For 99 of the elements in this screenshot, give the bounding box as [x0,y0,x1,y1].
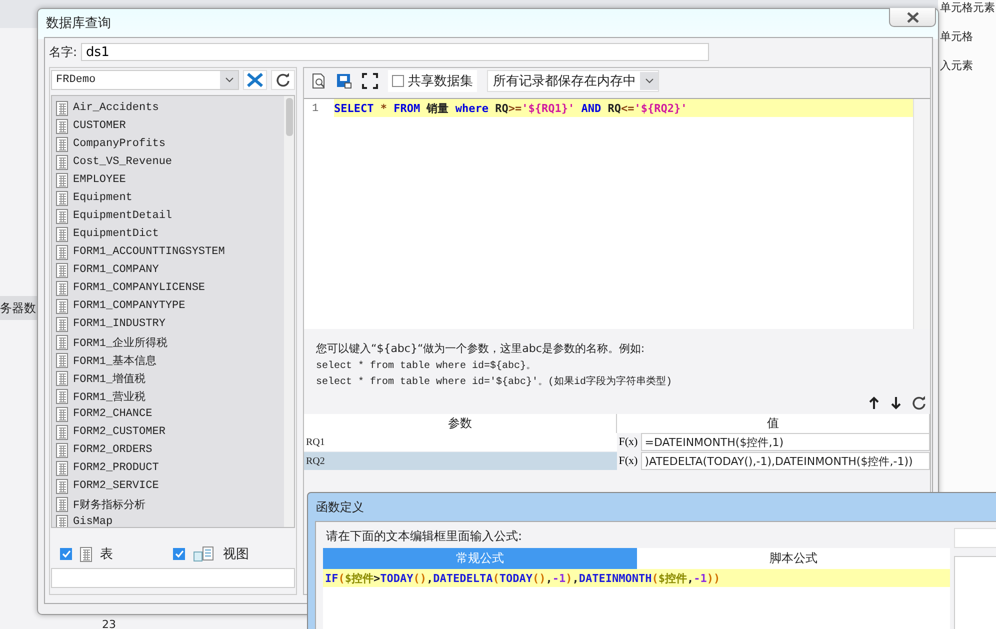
table-item[interactable]: Cost_VS_Revenue [73,156,172,168]
table-icon [56,514,68,527]
table-icon [56,136,68,152]
name-field[interactable]: ds1 [81,43,710,61]
search-field[interactable] [51,568,295,588]
table-icon [56,406,68,422]
cache-mode-dropdown[interactable]: 所有记录都保存在内存中 [487,70,659,92]
table-icon [56,496,68,512]
close-button[interactable] [889,8,936,27]
formula-button[interactable]: F(x) [618,452,641,470]
prompt-text: 请在下面的文本编辑框里面输入公式: [326,529,522,543]
checkbox[interactable] [392,75,404,87]
refresh-icon[interactable] [912,396,926,410]
table-item[interactable]: FORM1_COMPANY [73,264,159,276]
chevron-icon [644,78,654,84]
table-item[interactable]: FORM1_COMPANYLICENSE [73,282,206,294]
table-item[interactable]: FORM1_营业税 [73,388,146,404]
param-name[interactable]: RQ2 [304,452,617,470]
table-icon [56,334,68,350]
tree-item[interactable]: 务器数 [0,300,36,316]
refresh-icon [276,73,290,87]
row-number: 23 [102,618,116,629]
table-icon [56,316,68,332]
arrow-up-icon[interactable] [868,396,880,410]
table-item[interactable]: FORM1_ACCOUNTTINGSYSTEM [73,246,225,258]
filter-label: 视图 [223,546,249,563]
arrow-down-icon[interactable] [890,396,902,410]
table-icon [56,370,68,386]
table-icon [56,100,68,116]
table-item[interactable]: Equipment [73,192,132,204]
table-icon [56,478,68,494]
table-item[interactable]: CUSTOMER [73,120,126,132]
value-field[interactable]: )ATEDELTA(TODAY(),-1),DATEINMONTH($控件,-1)) [640,452,930,470]
preview-icon[interactable] [312,73,326,89]
table-icon [56,298,68,314]
column-header: 参数 [304,414,617,433]
datasource-dropdown[interactable]: FRDemo [51,70,239,90]
name-label: 名字: [49,44,78,60]
table-item[interactable]: FORM2_CHANCE [73,408,152,420]
table-icon [56,460,68,476]
table-item[interactable]: FORM1_企业所得税 [73,334,168,350]
save-icon[interactable] [336,73,352,89]
table-icon [56,280,68,296]
table-icon [56,424,68,440]
help-text: 您可以键入“${abc}“做为一个参数，这里abc是参数的名称。例如: [316,341,646,356]
help-text: select * from table where id=${abc}。 [316,360,538,372]
param-name[interactable]: RQ1 [304,433,617,452]
table-item[interactable]: EquipmentDict [73,228,159,240]
table-icon [56,442,68,458]
table-icon [56,262,68,278]
table-icon [56,226,68,242]
column-header: 值 [616,414,930,433]
checkbox[interactable] [173,548,185,560]
panel-header: 单元格元素 [939,0,996,15]
table-item[interactable]: FORM2_CUSTOMER [73,426,166,438]
panel-item[interactable]: 单元格 [938,29,996,44]
chevron-icon [224,77,234,83]
table-icon [56,208,68,224]
checkbox-label: 共享数据集 [408,73,473,90]
window-title: 函数定义 [316,498,364,516]
fullscreen-icon[interactable] [362,73,378,89]
table-icon [56,388,68,404]
filter-label: 表 [100,546,113,563]
table-icon [56,190,68,206]
panel-item[interactable]: 入元素 [938,58,996,73]
table-icon [56,118,68,134]
table-item[interactable]: FORM1_基本信息 [73,352,157,368]
refresh-button[interactable] [271,70,295,90]
view-icon [193,546,215,562]
table-item[interactable]: FORM1_COMPANYTYPE [73,300,186,312]
checkbox[interactable] [60,548,72,560]
table-item[interactable]: GisMap [73,516,113,527]
value-field[interactable]: =DATEINMONTH($控件,1) [640,433,930,451]
table-item[interactable]: Air_Accidents [73,102,159,114]
search-field[interactable] [954,528,996,548]
table-item[interactable]: CompanyProfits [73,138,166,150]
line-number: 1 [312,103,319,115]
table-item[interactable]: FORM2_ORDERS [73,444,152,456]
table-item[interactable]: FORM1_增值税 [73,370,146,386]
table-icon [56,154,68,170]
formula-button[interactable]: F(x) [618,433,641,451]
scrollbar-thumb[interactable] [286,98,292,136]
scrollbar[interactable] [913,99,930,329]
tab[interactable]: 脚本公式 [636,548,950,569]
sql-editor[interactable]: 1 SELECT * FROM 销量 where RQ>='${RQ1}' AND RQ<='${RQ2}' [304,98,930,329]
window-title: 数据库查询 [46,15,111,32]
table-item[interactable]: F财务指标分析 [73,496,146,512]
table-icon [56,172,68,188]
table-icon [80,546,92,562]
table-item[interactable]: FORM2_PRODUCT [73,462,159,474]
table-icon [56,352,68,368]
tools-button[interactable] [243,70,267,90]
table-item[interactable]: FORM1_INDUSTRY [73,318,166,330]
close-icon [906,12,920,22]
table-item[interactable]: FORM2_SERVICE [73,480,159,492]
table-icon [56,244,68,260]
table-item[interactable]: EquipmentDetail [73,210,172,222]
table-item[interactable]: EMPLOYEE [73,174,126,186]
help-text: select * from table where id='${abc}'。(如果id字段为字符串类型) [316,374,674,388]
